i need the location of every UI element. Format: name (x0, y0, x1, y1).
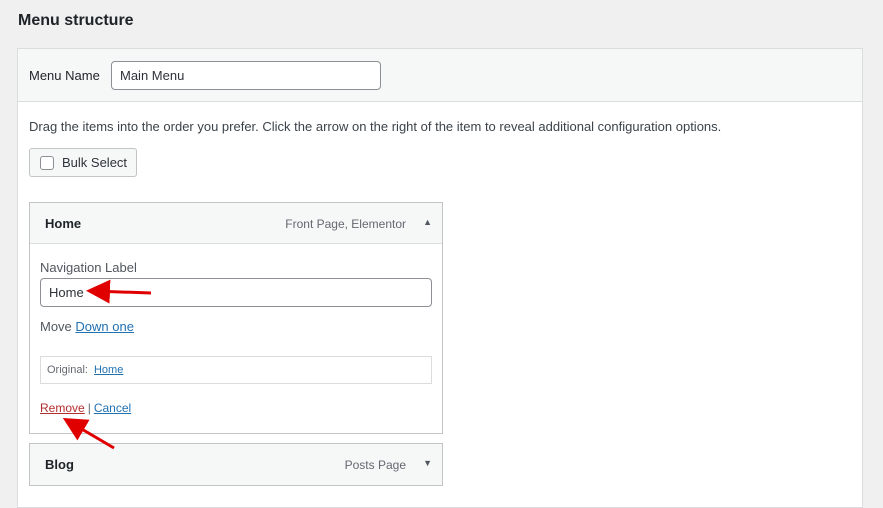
instructions-text: Drag the items into the order you prefer… (29, 119, 722, 134)
menu-item-type: Front Page, Elementor (285, 217, 406, 231)
move-down-one-link[interactable]: Down one (75, 319, 134, 334)
triangle-up-icon[interactable]: ▲ (423, 217, 432, 227)
menu-item-handle[interactable]: Home Front Page, Elementor ▲ (30, 203, 442, 244)
menu-item-title: Home (45, 216, 82, 231)
menu-name-label: Menu Name (29, 68, 100, 83)
menu-item-type: Posts Page (344, 458, 406, 472)
original-box: Original: Home (40, 356, 432, 384)
original-label: Original: (47, 364, 88, 376)
menu-structure-panel: Menu Name Drag the items into the order … (17, 48, 863, 508)
menu-item-title: Blog (45, 457, 74, 472)
bulk-select-checkbox[interactable] (40, 155, 54, 170)
actions-separator: | (87, 401, 91, 415)
menu-item-blog[interactable]: Blog Posts Page ▼ (29, 443, 443, 486)
move-label: Move (40, 319, 72, 334)
navigation-label-caption: Navigation Label (40, 260, 137, 275)
menu-item-handle[interactable]: Blog Posts Page ▼ (30, 444, 442, 485)
menu-header: Menu Name (18, 49, 862, 102)
menu-item-home[interactable]: Home Front Page, Elementor ▲ Navigation … (29, 202, 443, 434)
original-link[interactable]: Home (94, 364, 123, 376)
bulk-select-button[interactable]: Bulk Select (29, 148, 137, 177)
remove-link[interactable]: Remove (40, 401, 85, 415)
menu-name-input[interactable] (111, 61, 381, 90)
bulk-select-label: Bulk Select (62, 155, 128, 170)
triangle-down-icon[interactable]: ▼ (423, 458, 432, 468)
item-actions: Remove | Cancel (40, 401, 131, 415)
cancel-link[interactable]: Cancel (94, 401, 131, 415)
navigation-label-input[interactable] (40, 278, 432, 307)
move-row: Move Down one (40, 319, 134, 334)
page-title: Menu structure (18, 12, 134, 29)
